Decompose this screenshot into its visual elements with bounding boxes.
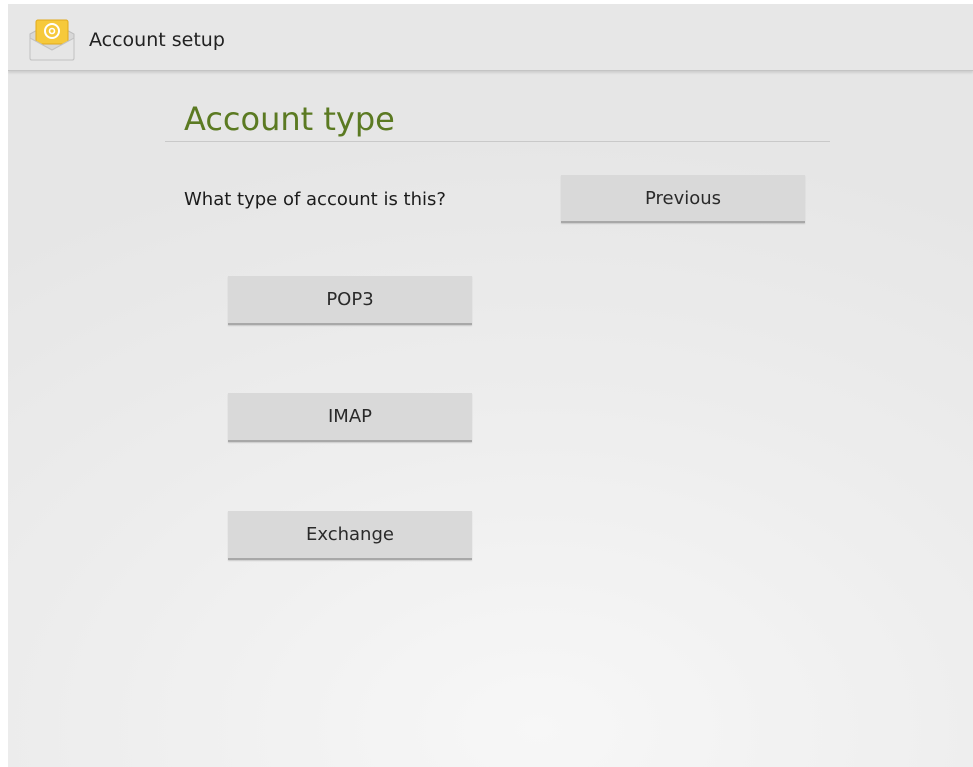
account-setup-screen: Account setup Account type What type of … [8, 4, 973, 767]
account-type-question: What type of account is this? [184, 189, 446, 210]
action-bar-title: Account setup [89, 29, 225, 51]
pop3-button[interactable]: POP3 [228, 276, 472, 325]
action-bar: Account setup [8, 4, 973, 71]
page-title: Account type [184, 100, 395, 138]
exchange-button[interactable]: Exchange [228, 511, 472, 560]
previous-button[interactable]: Previous [561, 175, 805, 223]
imap-button[interactable]: IMAP [228, 393, 472, 442]
email-app-icon[interactable] [26, 18, 78, 64]
title-divider [165, 141, 830, 142]
